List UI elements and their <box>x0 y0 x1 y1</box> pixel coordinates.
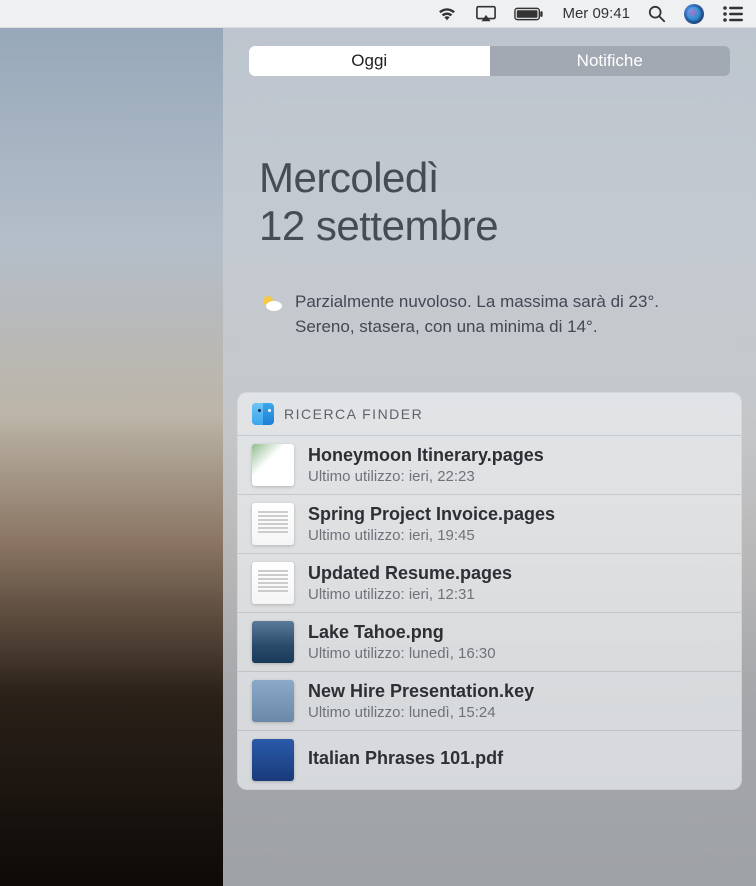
file-row[interactable]: New Hire Presentation.key Ultimo utilizz… <box>238 671 741 730</box>
file-name: Lake Tahoe.png <box>308 622 727 643</box>
file-thumbnail-icon <box>252 444 294 486</box>
file-meta: Ultimo utilizzo: lunedì, 15:24 <box>308 704 727 721</box>
file-meta: Ultimo utilizzo: lunedì, 16:30 <box>308 645 727 662</box>
file-list: Honeymoon Itinerary.pages Ultimo utilizz… <box>238 435 741 789</box>
partly-cloudy-icon <box>259 291 285 317</box>
file-row[interactable]: Italian Phrases 101.pdf <box>238 730 741 789</box>
airplay-icon[interactable] <box>476 0 496 27</box>
finder-search-widget: RICERCA FINDER Honeymoon Itinerary.pages… <box>237 392 742 790</box>
date-full: 12 settembre <box>259 202 720 250</box>
file-thumbnail-icon <box>252 621 294 663</box>
weather-text: Parzialmente nuvoloso. La massima sarà d… <box>295 289 720 340</box>
siri-icon[interactable] <box>684 0 704 27</box>
date-header: Mercoledì 12 settembre <box>223 76 756 251</box>
notification-center-panel: Oggi Notifiche Mercoledì 12 settembre Pa… <box>223 28 756 886</box>
file-row[interactable]: Updated Resume.pages Ultimo utilizzo: ie… <box>238 553 741 612</box>
weather-widget[interactable]: Parzialmente nuvoloso. La massima sarà d… <box>223 251 756 340</box>
file-meta: Ultimo utilizzo: ieri, 12:31 <box>308 586 727 603</box>
file-name: Spring Project Invoice.pages <box>308 504 727 525</box>
file-meta: Ultimo utilizzo: ieri, 19:45 <box>308 527 727 544</box>
file-name: Updated Resume.pages <box>308 563 727 584</box>
notification-center-icon[interactable] <box>722 0 744 27</box>
file-name: Italian Phrases 101.pdf <box>308 748 727 769</box>
tab-notifications[interactable]: Notifiche <box>490 46 731 76</box>
file-row[interactable]: Spring Project Invoice.pages Ultimo util… <box>238 494 741 553</box>
wifi-icon[interactable] <box>436 0 458 27</box>
file-name: Honeymoon Itinerary.pages <box>308 445 727 466</box>
finder-icon <box>252 403 274 425</box>
file-name: New Hire Presentation.key <box>308 681 727 702</box>
nc-tabs: Oggi Notifiche <box>249 46 730 76</box>
menubar: Mer 09:41 <box>0 0 756 28</box>
date-dayname: Mercoledì <box>259 154 720 202</box>
file-meta: Ultimo utilizzo: ieri, 22:23 <box>308 468 727 485</box>
tab-today[interactable]: Oggi <box>249 46 490 76</box>
file-thumbnail-icon <box>252 562 294 604</box>
file-thumbnail-icon <box>252 739 294 781</box>
file-thumbnail-icon <box>252 503 294 545</box>
file-row[interactable]: Honeymoon Itinerary.pages Ultimo utilizz… <box>238 435 741 494</box>
widget-header: RICERCA FINDER <box>238 393 741 435</box>
file-thumbnail-icon <box>252 680 294 722</box>
widget-title: RICERCA FINDER <box>284 406 423 422</box>
file-row[interactable]: Lake Tahoe.png Ultimo utilizzo: lunedì, … <box>238 612 741 671</box>
menubar-datetime[interactable]: Mer 09:41 <box>562 0 630 27</box>
spotlight-search-icon[interactable] <box>648 0 666 27</box>
battery-icon[interactable] <box>514 0 544 27</box>
